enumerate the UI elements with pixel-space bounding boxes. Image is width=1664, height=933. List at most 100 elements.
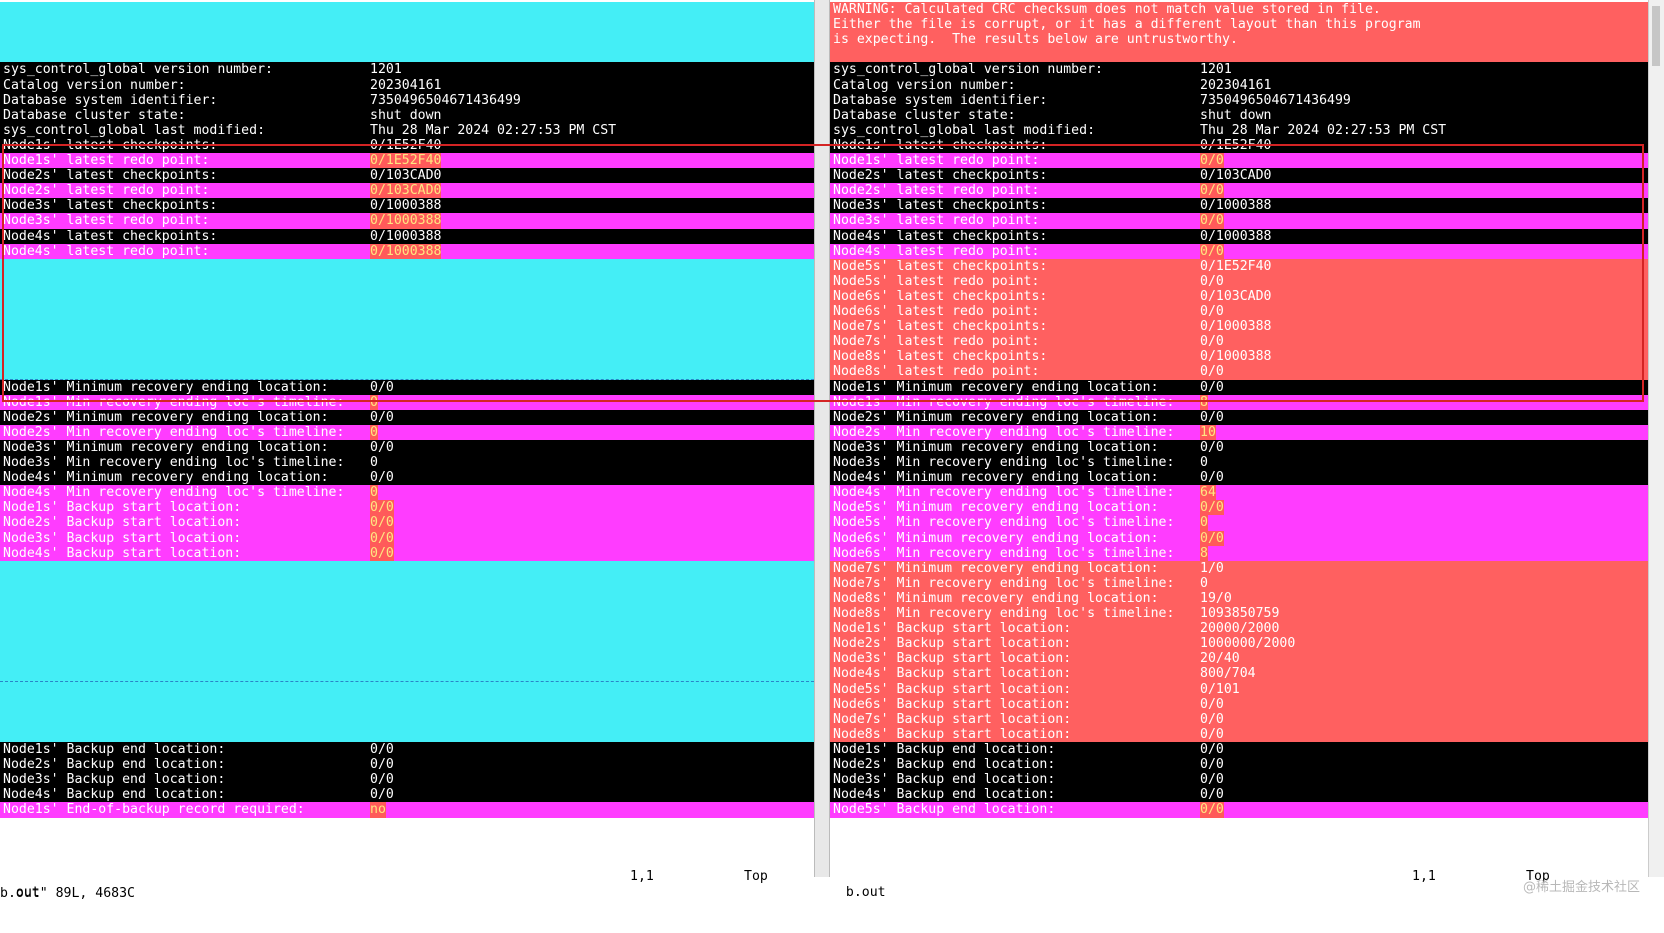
diff-line: Node7s' Min recovery ending loc's timeli… xyxy=(830,575,1648,592)
vertical-split-divider[interactable] xyxy=(814,0,830,877)
line-label: Node7s' Min recovery ending loc's timeli… xyxy=(833,575,1175,591)
diff-line: Node6s' Backup start location: 0/0 xyxy=(830,696,1648,713)
line-label: Node2s' Min recovery ending loc's timeli… xyxy=(833,424,1175,440)
line-value: 0/0 xyxy=(1200,696,1224,712)
line-value: 0/0 xyxy=(1200,379,1224,395)
filler-line xyxy=(0,319,814,336)
line-label: Node1s' Backup end location: xyxy=(833,741,1056,757)
diff-line: Node4s' Minimum recovery ending location… xyxy=(830,470,1648,487)
line-label: Node5s' Min recovery ending loc's timeli… xyxy=(833,515,1175,531)
diff-line: Node5s' Backup end location: 0/0 xyxy=(830,802,1648,819)
line-label: Node1s' latest redo point: xyxy=(833,153,1040,168)
diff-line: Node1s' latest checkpoints: 0/1E52F40 xyxy=(0,137,814,154)
line-value: 0/0 xyxy=(1200,213,1224,230)
filler-line xyxy=(0,696,814,713)
line-label: Node3s' latest redo point: xyxy=(833,213,1040,229)
line-label: Catalog version number: xyxy=(833,77,1016,93)
line-label: Node2s' latest redo point: xyxy=(833,183,1040,199)
left-diff-pane[interactable]: sys_control_global version number: 1201 Ca… xyxy=(0,0,814,877)
line-value: 0/0 xyxy=(1200,304,1224,319)
right-status-position: 1,1 xyxy=(1412,869,1436,884)
line-value: 0 xyxy=(1200,575,1208,591)
diff-line: Node2s' latest redo point: 0/0 xyxy=(830,183,1648,200)
diff-line: Node8s' latest redo point: 0/0 xyxy=(830,364,1648,381)
line-label: Node3s' Backup start location: xyxy=(3,530,242,546)
line-value: 800/704 xyxy=(1200,666,1256,682)
line-value: 8 xyxy=(1200,394,1208,411)
line-value: 1093850759 xyxy=(1200,606,1280,621)
line-label: Node5s' Backup start location: xyxy=(833,681,1072,697)
line-label: Node6s' Min recovery ending loc's timeli… xyxy=(833,545,1175,561)
line-value: 0/0 xyxy=(370,741,394,757)
line-value: 0 xyxy=(1200,515,1208,532)
diff-line: Node4s' Backup start location: 800/704 xyxy=(830,666,1648,683)
diff-line: Node2s' latest checkpoints: 0/103CAD0 xyxy=(0,168,814,185)
line-value: 0/0 xyxy=(370,515,394,532)
line-label: Node8s' latest checkpoints: xyxy=(833,349,1048,365)
line-label: Node3s' Min recovery ending loc's timeli… xyxy=(3,455,345,470)
scrollbar[interactable] xyxy=(1648,0,1664,877)
line-value: 0/1000388 xyxy=(370,198,442,214)
line-label: Node4s' Minimum recovery ending location… xyxy=(833,470,1159,486)
line-value: 0 xyxy=(370,424,378,441)
filler-line xyxy=(0,666,814,683)
filler-line xyxy=(0,258,814,275)
line-value: shut down xyxy=(1200,107,1272,123)
diff-line: Node5s' latest redo point: 0/0 xyxy=(830,273,1648,290)
line-label: Node4s' Minimum recovery ending location… xyxy=(3,470,329,486)
line-label: Node4s' latest redo point: xyxy=(3,243,210,259)
line-value: 0/0 xyxy=(370,409,394,425)
line-label: sys_control_global last modified: xyxy=(3,122,266,138)
line-value: 7350496504671436499 xyxy=(1200,92,1351,108)
line-value: 0/0 xyxy=(1200,273,1224,289)
diff-line: Node8s' Backup start location: 0/0 xyxy=(830,726,1648,743)
diff-line: Node1s' Backup start location: 20000/2000 xyxy=(830,621,1648,638)
diff-line: Node2s' Backup end location: 0/0 xyxy=(0,757,814,773)
diff-line: Node4s' latest checkpoints: 0/1000388 xyxy=(830,228,1648,245)
line-label: Catalog version number: xyxy=(3,77,186,93)
line-value: 0 xyxy=(370,485,378,502)
right-diff-pane[interactable]: WARNING: Calculated CRC checksum does no… xyxy=(830,0,1648,877)
diff-line: Node2s' Backup start location: 0/0 xyxy=(0,515,814,532)
line-value: 7350496504671436499 xyxy=(370,92,521,108)
line-value: 0/1000388 xyxy=(1200,198,1272,214)
line-label: Node6s' Backup start location: xyxy=(833,696,1072,712)
line-label: Node3s' Backup start location: xyxy=(833,651,1072,667)
diff-line: Node6s' latest redo point: 0/0 xyxy=(830,304,1648,320)
diff-line: Node7s' Backup start location: 0/0 xyxy=(830,711,1648,728)
diff-line: WARNING: Calculated CRC checksum does no… xyxy=(830,2,1648,18)
diff-line: sys_control_global last modified: Thu 28 … xyxy=(830,122,1648,139)
line-label: Node4s' Backup start location: xyxy=(833,666,1072,682)
line-value: 0/0 xyxy=(370,787,394,803)
command-line[interactable]: b.out" 89L, 4683C xyxy=(0,886,135,902)
line-value: 0/1E52F40 xyxy=(1200,137,1272,153)
diff-line: Node4s' latest redo point: 0/1000388 xyxy=(0,243,814,260)
line-label: Node4s' latest checkpoints: xyxy=(3,228,218,244)
diff-line: Node3s' Min recovery ending loc's timeli… xyxy=(830,455,1648,471)
diff-line: Node2s' latest checkpoints: 0/103CAD0 xyxy=(830,168,1648,185)
filler-line xyxy=(0,349,814,366)
diff-line: Node4s' Min recovery ending loc's timeli… xyxy=(0,485,814,502)
diff-line: Node5s' latest checkpoints: 0/1E52F40 xyxy=(830,258,1648,275)
line-value: Thu 28 Mar 2024 02:27:53 PM CST xyxy=(1200,122,1447,138)
filler-line xyxy=(0,288,814,305)
diff-line: Node2s' Backup end location: 0/0 xyxy=(830,757,1648,773)
right-status-filename: b.out xyxy=(845,885,886,900)
line-label: Node3s' Min recovery ending loc's timeli… xyxy=(833,455,1175,470)
line-label: Node4s' Backup end location: xyxy=(3,787,226,803)
line-label: Node2s' latest redo point: xyxy=(3,183,210,199)
line-value: 0 xyxy=(1200,455,1208,470)
line-value: 0/1000388 xyxy=(1200,349,1272,365)
scrollbar-thumb[interactable] xyxy=(1652,6,1660,66)
line-label: Node1s' Min recovery ending loc's timeli… xyxy=(833,394,1175,410)
line-label: Node5s' latest redo point: xyxy=(833,273,1040,289)
line-label: Node1s' Minimum recovery ending location… xyxy=(833,379,1159,395)
line-label: sys_control_global version number: xyxy=(3,62,273,78)
diff-line: Either the file is corrupt, or it has a … xyxy=(830,17,1648,34)
diff-line: Node1s' Minimum recovery ending location… xyxy=(0,379,814,396)
filler-line xyxy=(0,32,814,49)
line-value: 0/0 xyxy=(1200,530,1224,547)
diff-line: Node1s' Backup end location: 0/0 xyxy=(0,741,814,758)
diff-line: Node2s' Minimum recovery ending location… xyxy=(0,409,814,426)
line-label: Node2s' Backup start location: xyxy=(833,636,1072,652)
